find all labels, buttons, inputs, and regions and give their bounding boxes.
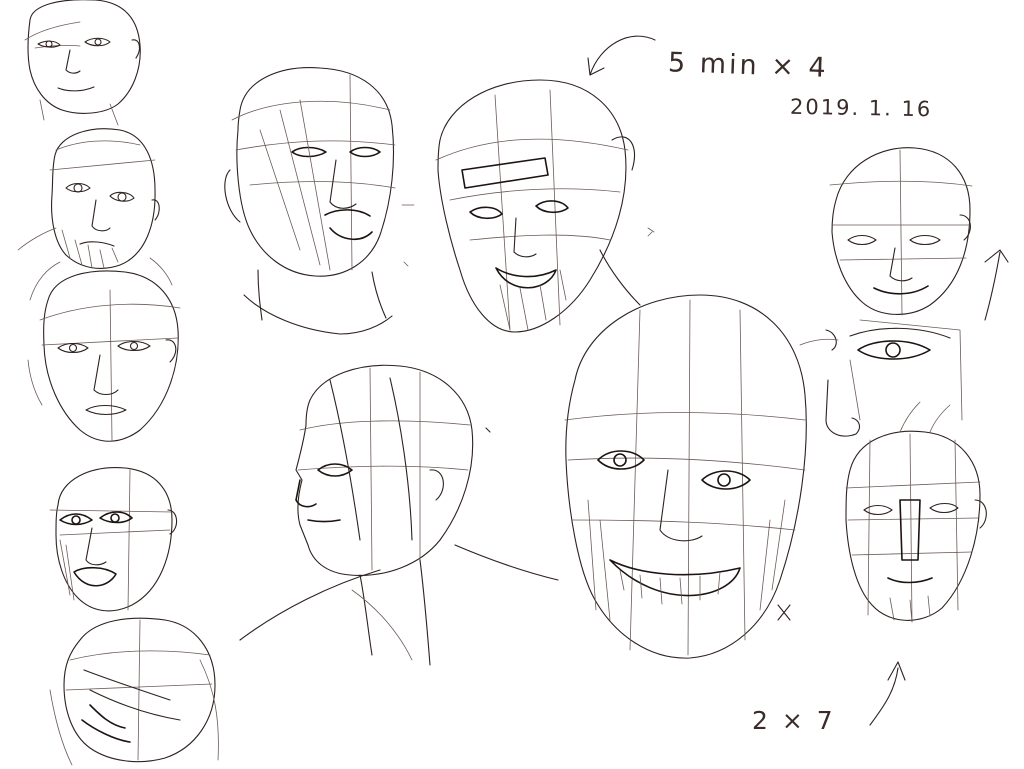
sketch-head-11: [845, 401, 987, 623]
arrow-mark: [587, 35, 656, 76]
sketch-head-3: [27, 261, 181, 442]
sketch-head-10: [829, 147, 1009, 321]
duration-note: 5 min × 4: [667, 47, 830, 84]
sketch-head-1: [24, 0, 141, 126]
sketch-head-5: [49, 617, 219, 766]
sketch-head-8: [239, 364, 559, 666]
date-note: 2019. 1. 16: [789, 94, 933, 122]
sketch-head-7: [435, 79, 641, 333]
arrow-mark: [869, 661, 906, 726]
sketch-head-4: [49, 467, 178, 612]
repeat-note: 2 × 7: [752, 706, 836, 735]
sketch-head-2: [17, 128, 173, 286]
sketch-head-9: [564, 294, 807, 659]
sketch-head-6: [224, 67, 396, 335]
